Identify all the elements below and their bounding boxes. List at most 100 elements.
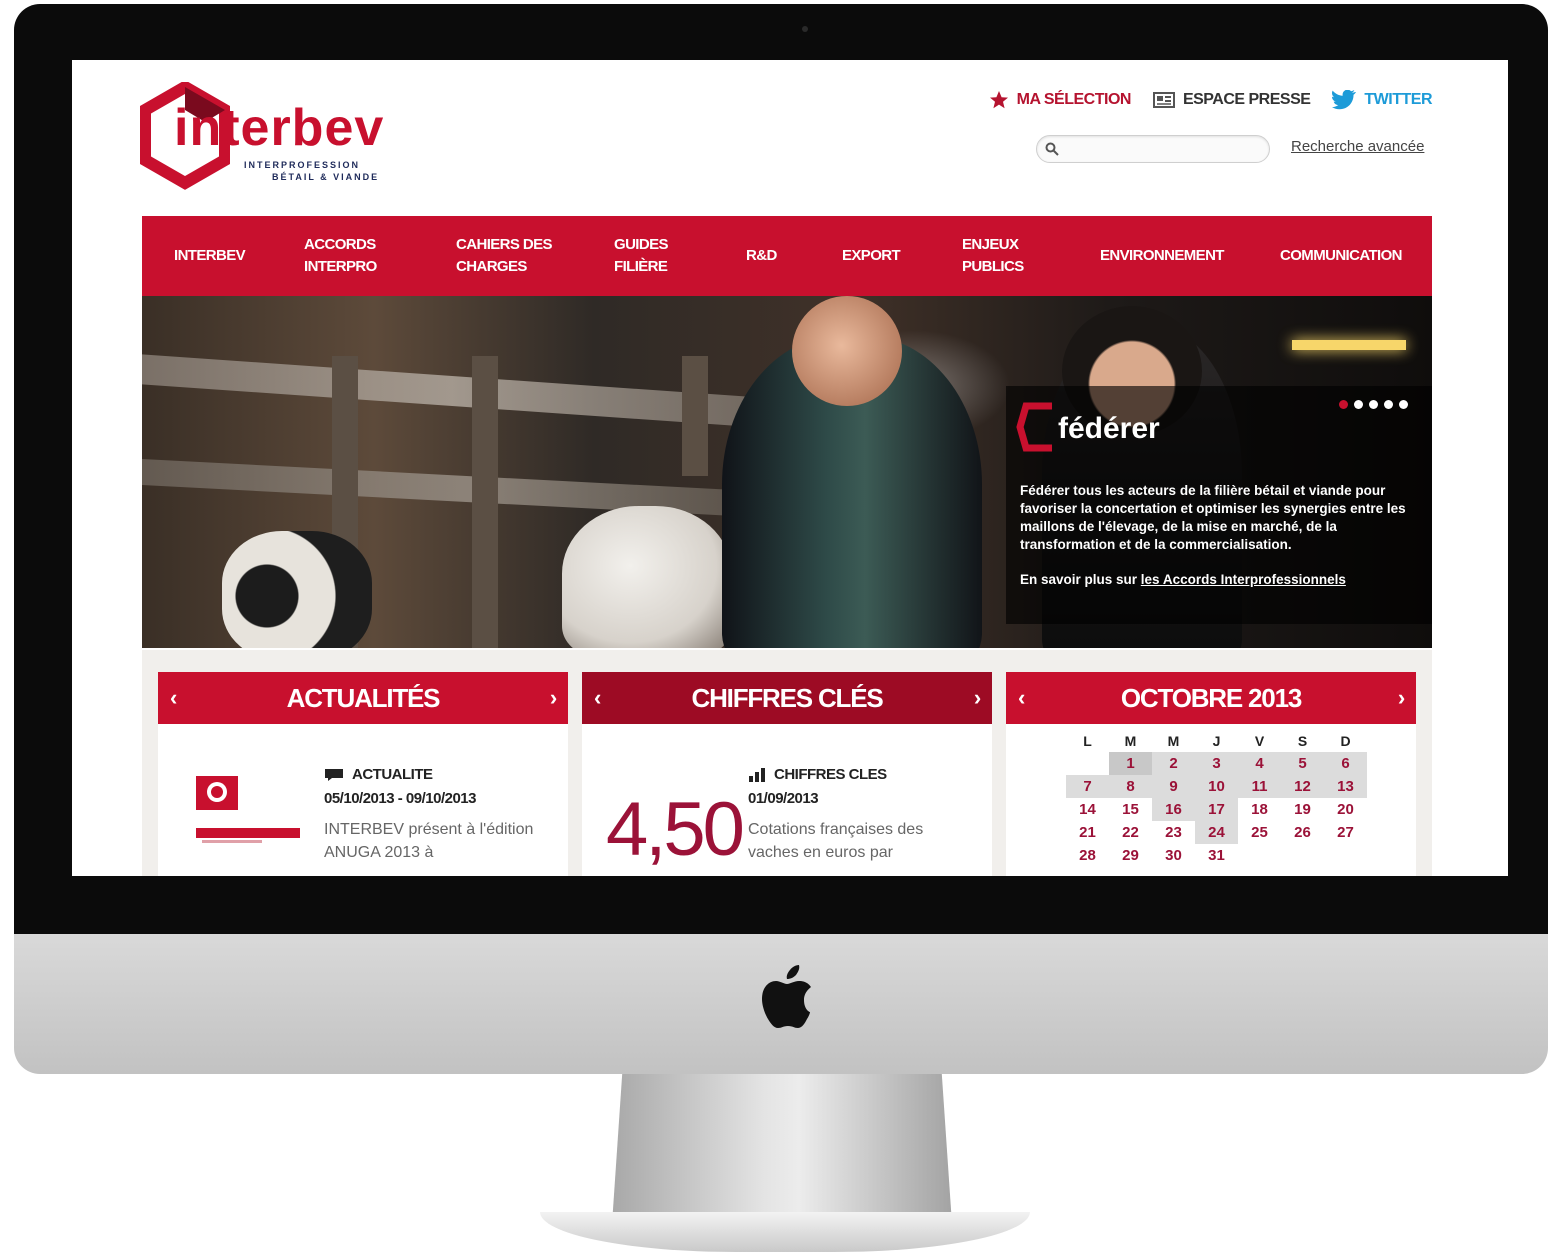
calendar-day[interactable]: 22 [1109,821,1152,844]
weekday: L [1083,733,1092,749]
nav-item-accords-interpro[interactable]: ACCORDS INTERPRO [304,234,377,278]
figures-date: 01/09/2013 [748,790,819,807]
calendar-day[interactable]: 9 [1152,775,1195,798]
hero-caption: fédérer Fédérer tous les acteurs de la f… [1006,386,1432,624]
figures-prev-chevron-icon[interactable]: ‹ [594,685,601,711]
calendar-day[interactable]: 19 [1281,798,1324,821]
main-nav: INTERBEV ACCORDS INTERPRO CAHIERS DES CH… [142,216,1432,296]
slider-dot[interactable] [1399,400,1408,409]
calendar-day[interactable]: 29 [1109,844,1152,867]
slider-dot[interactable] [1369,400,1378,409]
hero-more: En savoir plus sur les Accords Interprof… [1020,572,1346,587]
weekday: D [1340,733,1351,749]
hero-more-prefix: En savoir plus sur [1020,572,1141,587]
hero-text: Fédérer tous les acteurs de la filière b… [1020,483,1406,552]
apple-logo-icon [762,965,811,1028]
figures-next-chevron-icon[interactable]: › [974,685,981,711]
key-figure-number: 4,50 [606,787,745,872]
panels-area: ‹ ACTUALITÉS › ACTUALITE 05/10/2013 - 09… [142,650,1432,876]
calendar-day[interactable]: 10 [1195,775,1238,798]
news-prev-chevron-icon[interactable]: ‹ [170,685,177,711]
logo-subtitle-1: INTERPROFESSION [244,160,361,170]
press-area-link[interactable]: ESPACE PRESSE [1152,91,1311,109]
calendar-day[interactable]: 27 [1324,821,1367,844]
slider-dot[interactable] [1384,400,1393,409]
hexagon-bracket-icon [1016,402,1052,452]
calendar-day[interactable]: 4 [1238,752,1281,775]
news-panel-title: ACTUALITÉS [286,682,441,713]
calendar-week: 28 29 30 31 [1066,844,1367,867]
calendar-day[interactable]: 6 [1324,752,1367,775]
interbev-logo[interactable]: interbev INTERPROFESSION BÉTAIL & VIANDE [140,82,400,192]
hero-more-link[interactable]: les Accords Interprofessionnels [1141,572,1346,587]
calendar-day[interactable]: 14 [1066,798,1109,821]
calendar-day[interactable]: 5 [1281,752,1324,775]
calendar-week: 1 2 3 4 5 6 [1066,752,1367,775]
calendar-prev-chevron-icon[interactable]: ‹ [1018,685,1025,711]
calendar-week: 7 8 9 10 11 12 13 [1066,775,1367,798]
figures-text[interactable]: Cotations françaises des vaches en euros… [748,818,968,864]
nav-item-guides-filiere[interactable]: GUIDES FILIÈRE [614,234,669,278]
advanced-search-link[interactable]: Recherche avancée [1291,138,1424,155]
hero-cow [562,506,732,648]
calendar-day[interactable]: 25 [1238,821,1281,844]
nav-item-rd[interactable]: R&D [746,245,777,267]
news-next-chevron-icon[interactable]: › [550,685,557,711]
calendar-day[interactable]: 24 [1195,821,1238,844]
calendar-panel: ‹ OCTOBRE 2013 › L M M J V S D 1 2 3 4 5… [1006,672,1416,876]
calendar-day[interactable]: 8 [1109,775,1152,798]
calendar-day[interactable]: 28 [1066,844,1109,867]
hero-farmer-head [792,296,902,406]
weekday: V [1254,733,1265,749]
key-figures-title: CHIFFRES CLÉS [691,682,884,713]
calendar-day [1324,844,1367,867]
nav-item-communication[interactable]: COMMUNICATION [1280,245,1403,267]
hero-light [1292,340,1406,350]
calendar-day[interactable]: 12 [1281,775,1324,798]
calendar-day [1066,752,1109,775]
twitter-link[interactable]: TWITTER [1332,90,1432,110]
nav-item-export[interactable]: EXPORT [842,245,901,267]
calendar-day[interactable]: 26 [1281,821,1324,844]
weekday: J [1212,733,1221,749]
key-figures-header: ‹ CHIFFRES CLÉS › [582,672,992,724]
calendar-day[interactable]: 1 [1109,752,1152,775]
newspaper-icon [1152,92,1175,108]
my-selection-label: MA SÉLECTION [1016,91,1132,108]
bar-chart-icon [749,767,765,782]
figures-category-label: CHIFFRES CLES [774,766,887,783]
calendar-day[interactable]: 18 [1238,798,1281,821]
nav-item-cahiers-des-charges[interactable]: CAHIERS DES CHARGES [456,234,553,278]
calendar-day[interactable]: 30 [1152,844,1195,867]
news-thumbnail[interactable] [196,776,300,846]
calendar-month-title: OCTOBRE 2013 [1120,682,1302,713]
news-text[interactable]: INTERBEV présent à l'édition ANUGA 2013 … [324,818,544,864]
camera-dot [802,26,808,32]
calendar-day[interactable]: 15 [1109,798,1152,821]
nav-item-environnement[interactable]: ENVIRONNEMENT [1100,245,1224,267]
figures-category: CHIFFRES CLES [748,766,887,783]
calendar-day[interactable]: 17 [1195,798,1238,821]
slider-dot[interactable] [1354,400,1363,409]
calendar-day[interactable]: 7 [1066,775,1109,798]
calendar-day[interactable]: 2 [1152,752,1195,775]
calendar-next-chevron-icon[interactable]: › [1398,685,1405,711]
weekday: M [1124,733,1137,749]
search-input[interactable] [1065,139,1259,159]
calendar-header: ‹ OCTOBRE 2013 › [1006,672,1416,724]
calendar-day[interactable]: 20 [1324,798,1367,821]
calendar-day[interactable]: 3 [1195,752,1238,775]
calendar-day[interactable]: 13 [1324,775,1367,798]
news-panel: ‹ ACTUALITÉS › ACTUALITE 05/10/2013 - 09… [158,672,568,876]
nav-item-interbev[interactable]: INTERBEV [174,245,246,267]
hero-rail [142,354,762,428]
calendar-day[interactable]: 23 [1152,821,1195,844]
calendar-day[interactable]: 16 [1152,798,1195,821]
my-selection-link[interactable]: MA SÉLECTION [989,90,1131,110]
imac-stand-foot [540,1212,1030,1252]
calendar-day[interactable]: 21 [1066,821,1109,844]
slider-dot[interactable] [1339,400,1348,409]
calendar-day[interactable]: 11 [1238,775,1281,798]
nav-item-enjeux-publics[interactable]: ENJEUX PUBLICS [962,234,1024,278]
calendar-day[interactable]: 31 [1195,844,1238,867]
